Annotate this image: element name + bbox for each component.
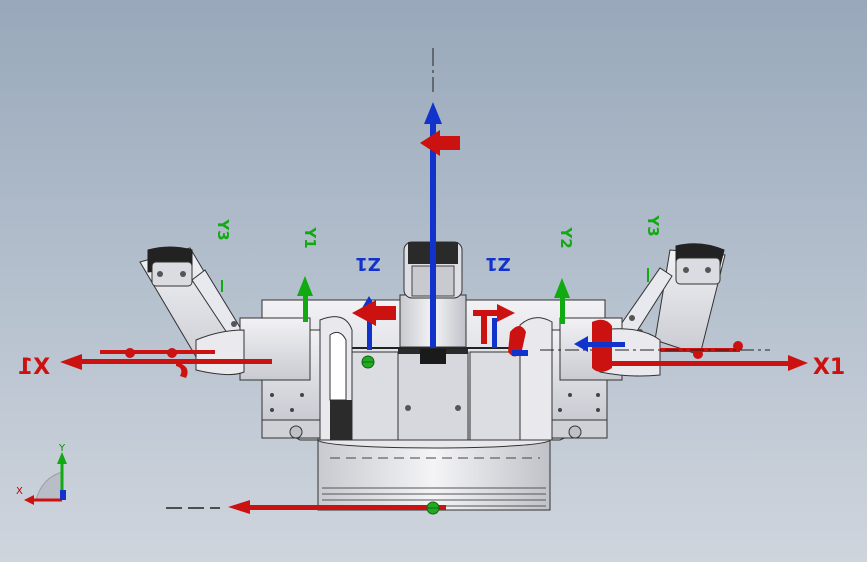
triad-label-y: Y [59, 443, 66, 454]
label-x1-right: X1 [813, 355, 845, 380]
label-y3-left: Y3 [214, 218, 232, 240]
label-y2: Y2 [557, 226, 575, 248]
label-x1-left: X1 [18, 355, 50, 380]
orientation-triad[interactable] [24, 452, 67, 505]
center-rotation-handle[interactable] [420, 130, 460, 156]
label-y3-right: Y3 [644, 214, 662, 236]
triad-label-x: X [16, 486, 23, 497]
graphics-viewport[interactable]: X1 X1 Y1 Y2 Y3 Y3 Z1 Z1 [0, 0, 867, 562]
label-z1-right: Z1 [485, 253, 511, 274]
base-cylinder[interactable] [317, 431, 551, 511]
label-z1-left: Z1 [355, 253, 381, 274]
label-y1: Y1 [301, 226, 319, 248]
